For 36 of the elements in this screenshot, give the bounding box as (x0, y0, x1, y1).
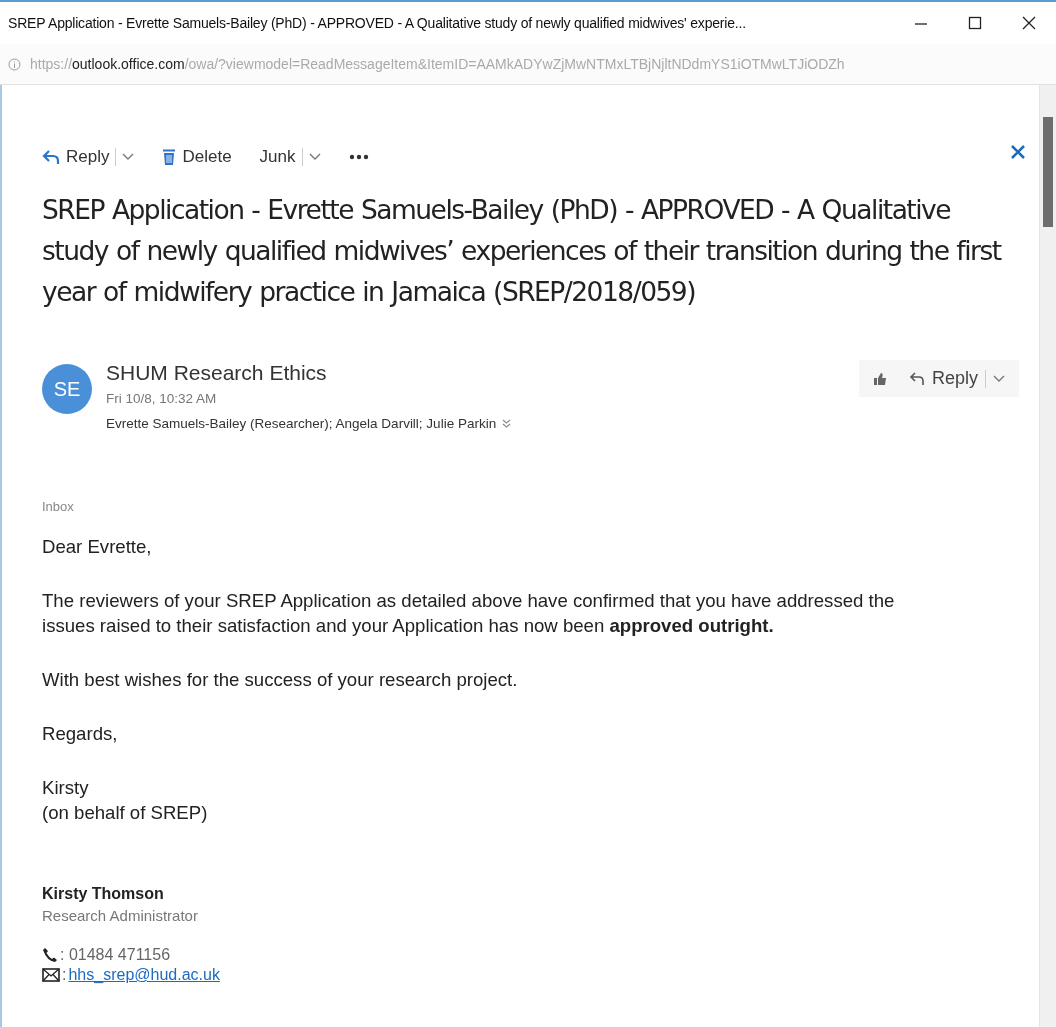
body-paragraph: Dear Evrette, (42, 535, 153, 559)
caret-icon[interactable] (308, 153, 321, 161)
delete-button[interactable]: Delete (162, 147, 232, 167)
body-paragraph: With best wishes for the success of your research project. (42, 668, 519, 692)
more-icon[interactable] (348, 154, 369, 160)
email-link[interactable]: hhs_srep@hud.ac.uk (68, 965, 220, 985)
scrollbar[interactable] (1039, 85, 1056, 1027)
maximize-icon[interactable] (968, 16, 982, 30)
phone-icon (42, 947, 58, 963)
body-paragraph: Kirsty (on behalf of SREP) (42, 776, 209, 825)
reply-button[interactable]: Reply (42, 147, 135, 167)
signature-role: Research Administrator (42, 906, 199, 926)
body-paragraph: Regards, (42, 722, 119, 746)
close-icon[interactable] (1022, 16, 1036, 30)
folder-label: Inbox (42, 499, 75, 514)
body-paragraph: The reviewers of your SREP Application as detailed above have confirmed that you have addressed the issues raised to their satisfaction and your Application has now been approved outright. (42, 589, 896, 638)
recipients: Evrette Samuels-Bailey (Researcher); Angela Darvill; Julie Parkin (106, 415, 497, 433)
junk-button[interactable]: Junk (259, 147, 321, 167)
subject-heading: SREP Application - Evrette Samuels-Bailey (PhD) - APPROVED - A Qualitative study of newly qualified midwives’ experiences of their transition during the first year of midwifery practice in Jamaica (SREP/2018/059) (42, 193, 1003, 309)
reply-button[interactable]: Reply (908, 368, 1005, 389)
scroll-thumb[interactable] (1043, 117, 1053, 227)
reply-arrow-icon (42, 149, 60, 165)
phone-number: : 01484 471156 (60, 945, 171, 965)
window-title: SREP Application - Evrette Samuels-Bailey (PhD) - APPROVED - A Qualitative study of newly qualified midwives' experie... (8, 15, 747, 31)
caret-icon[interactable] (122, 153, 135, 161)
thumbs-up-icon[interactable] (872, 371, 887, 386)
sent-date: Fri 10/8, 10:32 AM (106, 390, 218, 408)
signature-name: Kirsty Thomson (42, 884, 165, 904)
email-label: : (62, 965, 67, 985)
expand-icon[interactable] (502, 419, 512, 429)
caret-icon[interactable] (993, 374, 1005, 383)
sender-name: SHUM Research Ethics (106, 360, 328, 386)
envelope-icon (42, 968, 60, 982)
reply-arrow-icon (908, 371, 925, 386)
trash-icon (162, 148, 177, 166)
sender-avatar: SE (42, 364, 92, 414)
